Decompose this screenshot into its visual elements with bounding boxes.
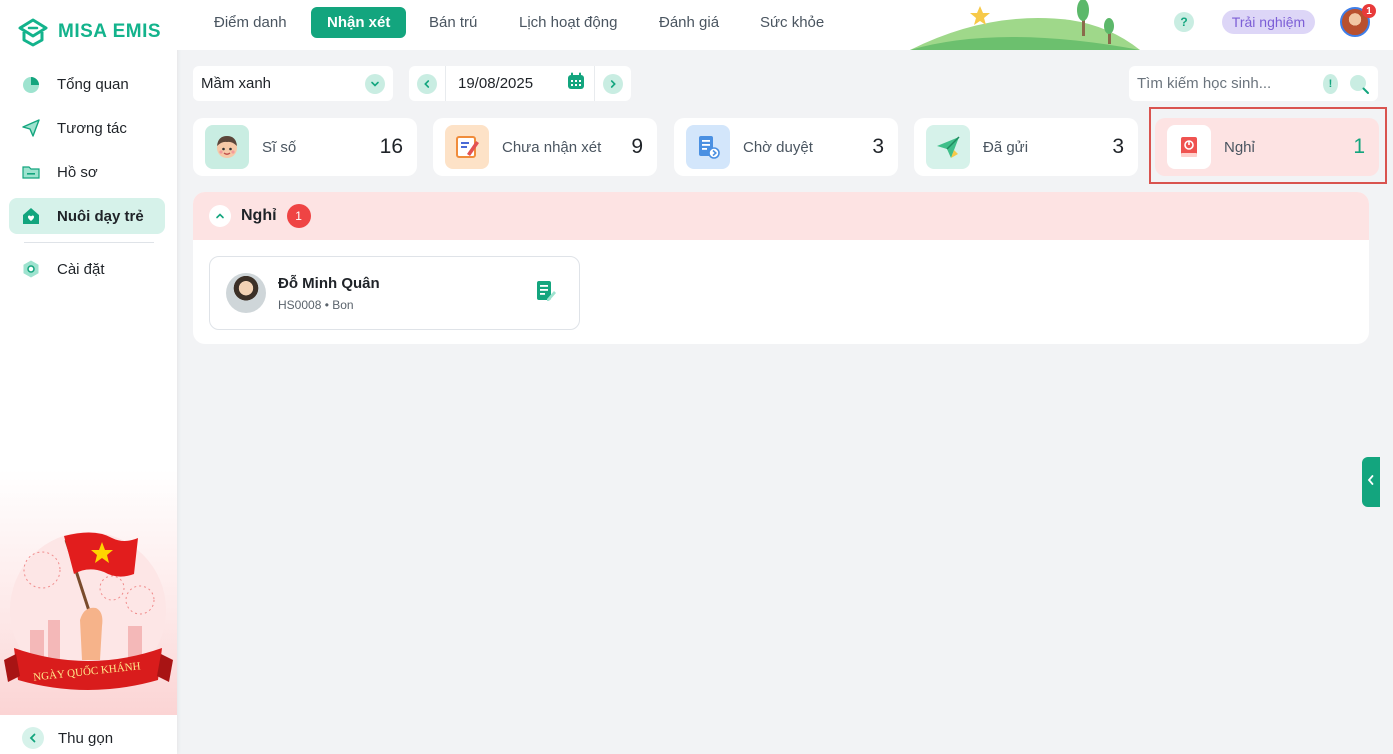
section-header[interactable]: Nghỉ 1 xyxy=(193,192,1369,240)
chevron-down-icon xyxy=(365,73,385,94)
folder-icon xyxy=(21,162,41,182)
student-search: ! xyxy=(1129,66,1378,101)
notification-badge: 1 xyxy=(1362,4,1376,18)
sidebar-item-label: Tương tác xyxy=(57,119,127,137)
collapse-sidebar-button[interactable]: Thu gọn xyxy=(22,727,113,749)
sidebar-divider xyxy=(24,242,154,243)
help-button[interactable]: ? xyxy=(1174,12,1194,32)
sidebar-item-childcare[interactable]: Nuôi dạy trẻ xyxy=(9,198,165,234)
class-select[interactable]: Mầm xanh xyxy=(193,66,393,101)
stat-value: 9 xyxy=(631,135,643,158)
info-icon[interactable]: ! xyxy=(1323,73,1338,94)
pie-chart-icon xyxy=(21,74,41,94)
next-date-button[interactable] xyxy=(595,66,631,101)
paper-plane-icon xyxy=(21,118,41,138)
sent-plane-icon xyxy=(926,125,970,169)
side-panel-toggle[interactable] xyxy=(1362,457,1380,507)
date-picker: 19/08/2025 xyxy=(409,66,631,101)
chevron-left-icon xyxy=(417,73,437,94)
chevron-up-icon[interactable] xyxy=(209,205,231,227)
sidebar-item-records[interactable]: Hồ sơ xyxy=(9,154,165,190)
gear-icon xyxy=(21,259,41,279)
search-icon[interactable] xyxy=(1348,73,1370,95)
pending-doc-icon xyxy=(686,125,730,169)
tab-evaluation[interactable]: Đánh giá xyxy=(643,7,735,38)
tab-health[interactable]: Sức khỏe xyxy=(744,7,840,38)
student-avatar xyxy=(226,273,266,313)
collapse-label: Thu gọn xyxy=(58,729,114,747)
sidebar-item-label: Nuôi dạy trẻ xyxy=(57,207,144,225)
calendar-button[interactable] xyxy=(558,66,594,101)
top-navigation: Điểm danh Nhận xét Bán trú Lịch hoạt độn… xyxy=(177,0,1393,50)
chevron-right-icon xyxy=(603,73,623,94)
date-value[interactable]: 19/08/2025 xyxy=(446,66,558,101)
tab-comments[interactable]: Nhận xét xyxy=(311,7,407,38)
chevron-left-icon xyxy=(22,727,44,749)
calendar-icon xyxy=(566,71,586,96)
student-face-icon xyxy=(205,125,249,169)
section-title: Nghỉ xyxy=(241,207,277,224)
sidebar-item-label: Tổng quan xyxy=(57,75,129,93)
note-edit-icon[interactable] xyxy=(534,279,558,303)
stat-card-class-size[interactable]: Sĩ số 16 xyxy=(193,118,417,176)
tab-activity-schedule[interactable]: Lịch hoạt động xyxy=(503,7,633,38)
tab-attendance[interactable]: Điểm danh xyxy=(198,7,303,38)
student-name: Đỗ Minh Quân xyxy=(278,274,380,292)
student-meta: HS0008 • Bon xyxy=(278,297,354,312)
sidebar: MISA EMIS Tổng quan Tương tác Hồ sơ Nuôi… xyxy=(0,0,177,754)
trial-button[interactable]: Trải nghiệm xyxy=(1222,10,1315,34)
stat-card-pending[interactable]: Chờ duyệt 3 xyxy=(674,118,898,176)
sidebar-item-label: Cài đặt xyxy=(57,260,105,278)
absent-section: Nghỉ 1 Đỗ Minh Quân HS0008 • Bon xyxy=(193,192,1369,344)
sidebar-item-interaction[interactable]: Tương tác xyxy=(9,110,165,146)
stat-label: Đã gửi xyxy=(983,138,1029,156)
brand-name: MISA EMIS xyxy=(58,21,162,42)
national-day-banner: NGÀY QUỐC KHÁNH xyxy=(0,470,177,715)
chevron-left-icon xyxy=(1366,473,1376,491)
section-count-badge: 1 xyxy=(286,204,311,228)
tab-boarding[interactable]: Bán trú xyxy=(413,7,493,38)
student-card[interactable]: Đỗ Minh Quân HS0008 • Bon xyxy=(209,256,580,330)
stat-value: 3 xyxy=(1112,135,1124,158)
stat-value: 16 xyxy=(379,135,403,158)
sidebar-item-overview[interactable]: Tổng quan xyxy=(9,66,165,102)
edit-board-icon xyxy=(445,125,489,169)
stat-label: Chờ duyệt xyxy=(743,138,813,156)
brand-logo[interactable]: MISA EMIS xyxy=(16,16,161,48)
stat-card-sent[interactable]: Đã gửi 3 xyxy=(914,118,1138,176)
stat-label: Chưa nhận xét xyxy=(502,138,602,156)
selection-highlight xyxy=(1149,107,1387,184)
heart-house-icon xyxy=(21,206,41,226)
stat-label: Sĩ số xyxy=(262,138,297,156)
hill-decoration xyxy=(910,0,1140,50)
previous-date-button[interactable] xyxy=(409,66,445,101)
stat-card-not-commented[interactable]: Chưa nhận xét 9 xyxy=(433,118,657,176)
stat-value: 3 xyxy=(872,135,884,158)
sidebar-item-settings[interactable]: Cài đặt xyxy=(9,251,165,287)
misa-logo-icon xyxy=(16,16,50,48)
class-select-value: Mầm xanh xyxy=(201,75,272,92)
search-input[interactable] xyxy=(1137,75,1317,92)
sidebar-item-label: Hồ sơ xyxy=(57,163,98,181)
